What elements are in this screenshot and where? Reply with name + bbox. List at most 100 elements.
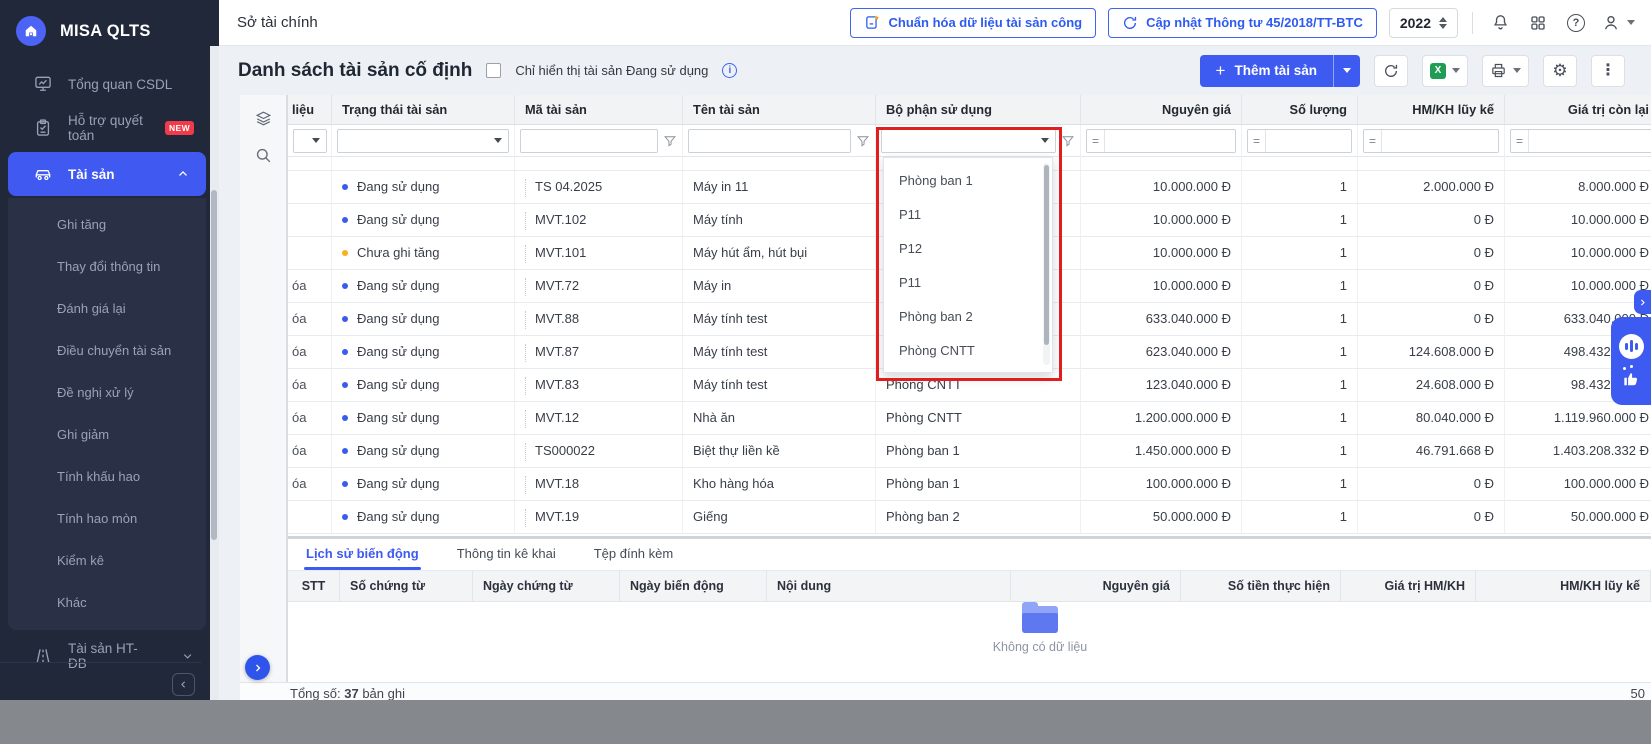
filter-number-remain[interactable]: =	[1510, 128, 1651, 153]
apps-button[interactable]	[1525, 10, 1551, 36]
dropdown-option[interactable]: Phòng CNTT	[884, 334, 1052, 368]
filter-number-accum[interactable]: =	[1363, 128, 1499, 153]
filter-select-lock[interactable]	[293, 128, 327, 153]
status-dot-icon	[342, 216, 348, 223]
equals-operator[interactable]: =	[1364, 129, 1382, 152]
detail-column-header[interactable]: HM/KH lũy kế	[1476, 571, 1651, 601]
user-menu[interactable]	[1601, 10, 1635, 36]
assistant-chat-icon[interactable]	[1618, 333, 1644, 359]
detail-column-header[interactable]: STT	[288, 571, 340, 601]
filter-input-remain[interactable]	[1529, 129, 1651, 152]
detail-column-header[interactable]: Nội dung	[767, 571, 1011, 601]
detail-tab[interactable]: Tệp đính kèm	[592, 546, 676, 570]
help-button[interactable]	[1563, 10, 1589, 36]
reload-button[interactable]	[1374, 54, 1408, 87]
filter-funnel-icon[interactable]	[663, 134, 677, 148]
sidebar-subitem[interactable]: Thay đổi thông tin	[8, 246, 206, 288]
detail-column-header[interactable]: Ngày chứng từ	[473, 571, 620, 601]
sidebar-subitem[interactable]: Ghi giảm	[8, 414, 206, 456]
layers-icon[interactable]	[254, 109, 273, 128]
scrollbar-thumb[interactable]	[211, 190, 217, 540]
column-header[interactable]: Tên tài sản	[683, 95, 876, 125]
table-row[interactable]: óa Đang sử dụng MVT.12 Nhà ăn Phòng CNTT 1.20…	[288, 402, 1651, 435]
filter-number-cost[interactable]: =	[1086, 128, 1236, 153]
feedback-thumbs-up-icon[interactable]	[1621, 364, 1641, 389]
fiscal-year-selector[interactable]: 2022	[1388, 7, 1458, 38]
table-row[interactable]: óa Đang sử dụng MVT.18 Kho hàng hóa Phòng ba…	[288, 468, 1651, 501]
detail-column-header[interactable]: Số chứng từ	[340, 571, 473, 601]
dropdown-option[interactable]: P11	[884, 266, 1052, 300]
spinner-icon[interactable]	[1439, 16, 1447, 29]
chevron-down-icon	[1627, 20, 1635, 25]
column-header[interactable]: Số lượng	[1242, 95, 1358, 125]
column-header[interactable]: HM/KH lũy kế	[1358, 95, 1505, 125]
cell-status: Chưa ghi tăng	[332, 237, 515, 270]
column-header[interactable]: Trạng thái tài sản	[332, 95, 515, 125]
dropdown-scrollbar[interactable]	[1043, 163, 1050, 365]
dropdown-option[interactable]: P11	[884, 198, 1052, 232]
filter-input-code[interactable]	[520, 128, 658, 153]
column-header[interactable]: Bộ phận sử dụng	[876, 95, 1081, 125]
sidebar-subitem[interactable]: Đề nghị xử lý	[8, 372, 206, 414]
column-header-partial[interactable]: liệu	[288, 95, 332, 125]
sidebar-subitem[interactable]: Khác	[8, 582, 206, 624]
refresh-icon	[1124, 16, 1137, 29]
export-excel-button[interactable]	[1422, 54, 1468, 87]
detail-column-header[interactable]: Số tiền thực hiện	[1181, 571, 1341, 601]
sidebar-subitem[interactable]: Đánh giá lại	[8, 288, 206, 330]
cell-original-cost: 10.000.000 Đ	[1081, 237, 1242, 270]
filter-input-qty[interactable]	[1266, 129, 1351, 152]
widget-expand-tab[interactable]	[1634, 290, 1651, 314]
settings-button[interactable]	[1543, 54, 1577, 87]
filter-select-status[interactable]	[337, 128, 509, 153]
expand-panel-button[interactable]	[245, 655, 270, 680]
notifications-button[interactable]	[1487, 10, 1513, 36]
more-options-button[interactable]	[1591, 54, 1625, 87]
column-header[interactable]: Nguyên giá	[1081, 95, 1242, 125]
support-widget-panel	[1611, 317, 1651, 405]
app-scrollbar[interactable]	[210, 46, 219, 700]
dropdown-option[interactable]: Phòng ban 1	[884, 164, 1052, 198]
detail-column-header[interactable]: Nguyên giá	[1011, 571, 1181, 601]
add-asset-button[interactable]: + Thêm tài sản	[1199, 54, 1360, 87]
dropdown-option[interactable]: P12	[884, 232, 1052, 266]
dropdown-option[interactable]: Phòng ban 2	[884, 300, 1052, 334]
sidebar-collapse-button[interactable]	[172, 673, 195, 696]
equals-operator[interactable]: =	[1087, 129, 1105, 152]
table-row[interactable]: óa Đang sử dụng TS000022 Biệt thự liền kề Ph…	[288, 435, 1651, 468]
filter-input-name[interactable]	[688, 128, 851, 153]
add-asset-dropdown[interactable]	[1334, 68, 1360, 73]
filter-select-department[interactable]	[881, 128, 1056, 153]
sidebar-subitem[interactable]: Tính khấu hao	[8, 456, 206, 498]
table-row[interactable]: Đang sử dụng MVT.19 Giếng Phòng ban 2 50.000…	[288, 501, 1651, 534]
sidebar-subitem[interactable]: Kiểm kê	[8, 540, 206, 582]
sidebar-item-ho-tro[interactable]: Hỗ trợ quyết toán NEW	[0, 106, 210, 150]
detail-column-header[interactable]: Giá trị HM/KH	[1341, 571, 1476, 601]
sidebar-subitem[interactable]: Điều chuyển tài sản	[8, 330, 206, 372]
update-circular-button[interactable]: Cập nhật Thông tư 45/2018/TT-BTC	[1108, 7, 1377, 38]
filter-number-qty[interactable]: =	[1247, 128, 1352, 153]
column-header[interactable]: Giá trị còn lại	[1505, 95, 1651, 125]
print-button[interactable]	[1482, 54, 1529, 87]
scrollbar-thumb[interactable]	[1044, 165, 1049, 345]
sidebar-subitem[interactable]: Ghi tăng	[8, 204, 206, 246]
filter-funnel-icon[interactable]	[856, 134, 870, 148]
sidebar-item-tai-san-ht-db[interactable]: Tài sản HT-ĐB	[0, 634, 210, 678]
filter-input-cost[interactable]	[1105, 129, 1235, 152]
table-row[interactable]: óa Đang sử dụng MVT.83 Máy tính test Phòng C…	[288, 369, 1651, 402]
search-icon[interactable]	[254, 146, 273, 165]
sidebar-item-tai-san[interactable]: Tài sản	[8, 152, 206, 196]
sidebar-subitem[interactable]: Tính hao mòn	[8, 498, 206, 540]
detail-tab[interactable]: Lịch sử biến động	[304, 546, 421, 570]
sidebar-item-tong-quan[interactable]: Tổng quan CSDL	[0, 62, 210, 106]
in-use-only-checkbox[interactable]	[486, 63, 502, 78]
filter-funnel-icon[interactable]	[1061, 134, 1075, 148]
equals-operator[interactable]: =	[1248, 129, 1266, 152]
column-header[interactable]: Mã tài sản	[515, 95, 683, 125]
normalize-data-button[interactable]: Chuẩn hóa dữ liệu tài sản công	[849, 7, 1097, 38]
info-icon[interactable]	[722, 63, 738, 78]
detail-column-header[interactable]: Ngày biến động	[620, 571, 767, 601]
filter-input-accum[interactable]	[1382, 129, 1498, 152]
detail-tab[interactable]: Thông tin kê khai	[455, 546, 558, 570]
equals-operator[interactable]: =	[1511, 129, 1529, 152]
